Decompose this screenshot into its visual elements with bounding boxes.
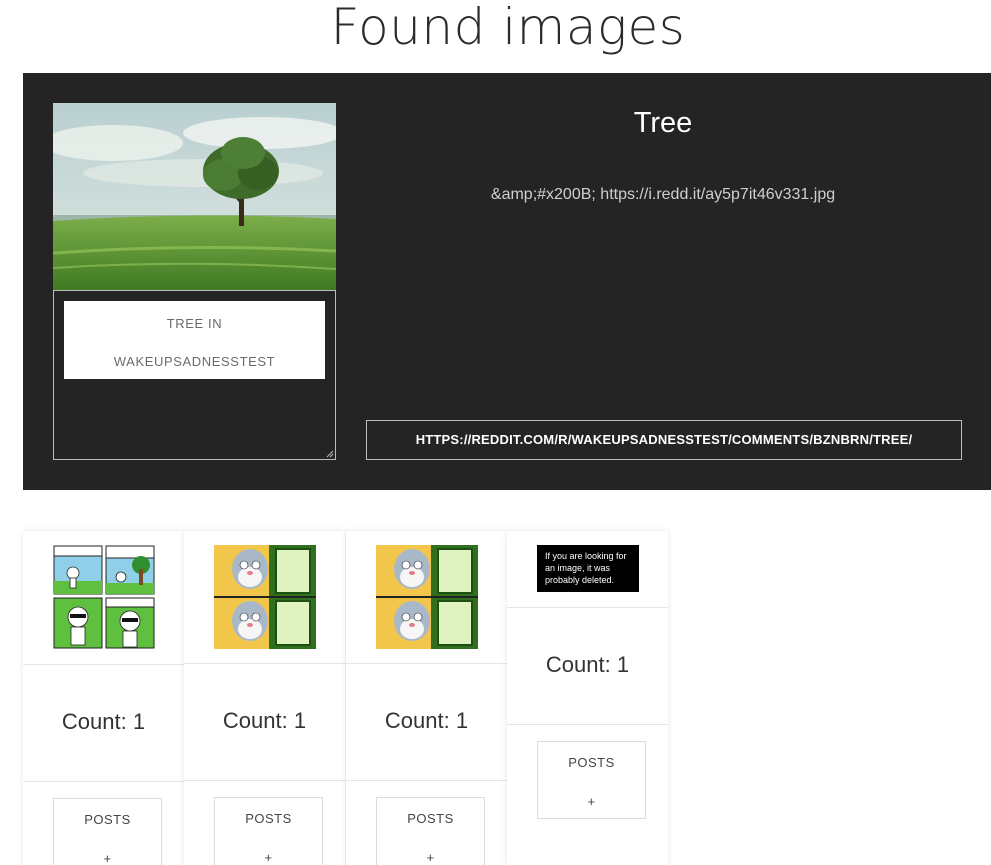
rabbit-meme-thumbnail[interactable] — [214, 545, 316, 649]
posts-label: POSTS — [407, 811, 454, 826]
tree-photo-thumbnail[interactable] — [53, 103, 336, 290]
image-card: Count: 1 POSTS + — [346, 531, 507, 865]
plus-icon: + — [587, 794, 596, 809]
posts-expand-button[interactable]: POSTS + — [53, 798, 162, 865]
plus-icon: + — [426, 850, 435, 865]
featured-body-text: &amp;#x200B; https://i.redd.it/ay5p7it46… — [490, 186, 836, 203]
posts-label: POSTS — [568, 755, 615, 770]
deleted-image-thumbnail[interactable]: If you are looking for an image, it was … — [537, 545, 639, 592]
deleted-image-notice: If you are looking for an image, it was … — [537, 545, 639, 592]
plus-icon: + — [264, 850, 273, 865]
cartoon-rabbit-meme-icon — [376, 545, 478, 649]
posts-expand-button[interactable]: POSTS + — [537, 741, 646, 819]
featured-post-panel: TREE IN WAKEUPSADNESSTEST Tree &amp;#x20… — [23, 73, 991, 490]
tree-photo-icon — [53, 103, 336, 290]
image-count: Count: 1 — [384, 708, 469, 733]
featured-reddit-link[interactable]: HTTPS://REDDIT.COM/R/WAKEUPSADNESSTEST/C… — [366, 420, 962, 460]
caption-line-1: TREE IN — [166, 316, 223, 331]
plus-icon: + — [103, 851, 112, 865]
posts-label: POSTS — [245, 811, 292, 826]
image-card: Count: 1 POSTS + — [184, 531, 345, 865]
page-title: Found images — [330, 0, 686, 56]
image-card: Count: 1 POSTS + — [23, 531, 184, 865]
caption-label: TREE IN WAKEUPSADNESSTEST — [64, 301, 325, 379]
caption-textarea[interactable]: TREE IN WAKEUPSADNESSTEST — [53, 290, 336, 460]
cartoon-rabbit-meme-icon — [214, 545, 316, 649]
posts-expand-button[interactable]: POSTS + — [214, 797, 323, 865]
caption-line-2: WAKEUPSADNESSTEST — [113, 354, 276, 369]
image-count: Count: 1 — [222, 708, 307, 733]
comic-panels-icon — [53, 545, 155, 649]
image-count: Count: 1 — [545, 652, 630, 677]
comic-panels-thumbnail[interactable] — [53, 545, 155, 649]
rabbit-meme-thumbnail[interactable] — [376, 545, 478, 649]
posts-label: POSTS — [84, 812, 131, 827]
image-count: Count: 1 — [61, 709, 146, 734]
image-card: If you are looking for an image, it was … — [507, 531, 668, 865]
featured-title: Tree — [633, 107, 693, 139]
posts-expand-button[interactable]: POSTS + — [376, 797, 485, 865]
resize-grip-icon[interactable] — [326, 450, 334, 458]
